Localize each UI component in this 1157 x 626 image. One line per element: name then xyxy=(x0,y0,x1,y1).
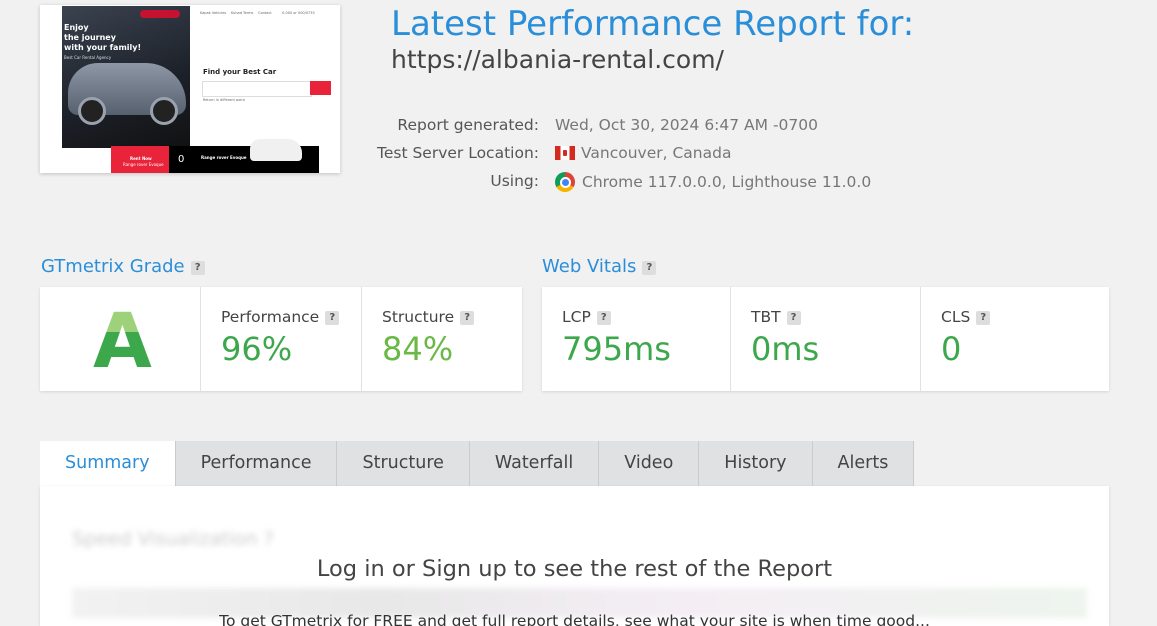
gtmetrix-grade-title-text: GTmetrix Grade xyxy=(41,256,185,277)
tab-waterfall[interactable]: Waterfall xyxy=(469,441,600,486)
lcp-label: LCP xyxy=(562,308,591,326)
structure-label-wrap: Structure? xyxy=(382,308,475,326)
thumb-nav-item: Kapak Vehicles xyxy=(200,11,227,15)
thumb-nav-item: Contact xyxy=(258,11,272,15)
thumb-red-box-title: Rent Now xyxy=(130,156,152,161)
thumb-find-title: Find your Best Car xyxy=(203,68,277,76)
structure-score: 84% xyxy=(382,330,454,368)
thumb-nav-item: Kuhad Terms xyxy=(231,11,254,15)
help-icon[interactable]: ? xyxy=(596,311,611,325)
help-icon[interactable]: ? xyxy=(190,261,205,275)
thumb-hero-line: with your family! xyxy=(64,43,142,52)
thumb-hero-text: Enjoy the journey with your family! xyxy=(64,23,164,53)
divider xyxy=(920,287,921,391)
help-icon[interactable]: ? xyxy=(976,311,991,325)
web-vitals-title-text: Web Vitals xyxy=(542,256,637,277)
help-icon[interactable]: ? xyxy=(460,311,475,325)
web-vitals-card: LCP? 795ms TBT? 0ms CLS? 0 xyxy=(542,287,1109,391)
test-location-value: Vancouver, Canada xyxy=(581,144,732,162)
thumb-hero-line: the journey xyxy=(64,33,116,42)
divider xyxy=(200,287,201,391)
thumb-search-form xyxy=(202,81,312,97)
thumb-red-box-sub: Range rover Evoque xyxy=(123,162,164,167)
report-tabs: Summary Performance Structure Waterfall … xyxy=(40,441,915,486)
tbt-label-wrap: TBT? xyxy=(751,308,801,326)
thumb-red-box: Rent Now Range rover Evoque xyxy=(111,146,169,173)
structure-label: Structure xyxy=(382,308,455,326)
thumb-nav-item: 0-000 or 000/0735 xyxy=(282,11,315,15)
using-label: Using: xyxy=(490,172,539,190)
grade-letter: A xyxy=(93,296,152,385)
tab-summary[interactable]: Summary xyxy=(40,441,176,486)
tab-alerts[interactable]: Alerts xyxy=(812,441,915,486)
thumb-price: 0 xyxy=(178,154,185,165)
cls-label: CLS xyxy=(941,308,971,326)
login-subtext: To get GTmetrix for FREE and get full re… xyxy=(219,612,930,626)
performance-score: 96% xyxy=(221,330,293,368)
thumb-wheel xyxy=(78,97,106,125)
tbt-value: 0ms xyxy=(751,330,820,368)
lcp-value: 795ms xyxy=(562,330,671,368)
login-prompt[interactable]: Log in or Sign up to see the rest of the… xyxy=(40,556,1109,582)
tbt-label: TBT xyxy=(751,308,781,326)
test-location-value-wrap: Vancouver, Canada xyxy=(555,144,731,162)
thumb-hero-sub: Best Car Rental Agency xyxy=(64,55,112,60)
divider xyxy=(361,287,362,391)
canada-flag-icon xyxy=(555,146,575,160)
divider xyxy=(730,287,731,391)
thumb-search-button xyxy=(310,81,331,95)
help-icon[interactable]: ? xyxy=(786,311,801,325)
help-icon[interactable]: ? xyxy=(642,261,657,275)
thumb-wheel xyxy=(150,97,178,125)
report-title: Latest Performance Report for: xyxy=(391,4,915,44)
cls-value: 0 xyxy=(941,330,962,368)
cls-label-wrap: CLS? xyxy=(941,308,991,326)
report-generated-label: Report generated: xyxy=(397,116,539,134)
using-value: Chrome 117.0.0.0, Lighthouse 11.0.0 xyxy=(582,173,872,191)
web-vitals-title: Web Vitals? xyxy=(542,256,657,277)
summary-panel: Speed Visualization ? Log in or Sign up … xyxy=(40,486,1109,626)
tab-structure[interactable]: Structure xyxy=(337,441,470,486)
thumb-hero-line: Enjoy xyxy=(64,23,89,32)
test-location-label: Test Server Location: xyxy=(377,144,539,162)
lcp-label-wrap: LCP? xyxy=(562,308,611,326)
performance-label-wrap: Performance? xyxy=(221,308,340,326)
chrome-icon xyxy=(555,172,575,192)
using-value-wrap: Chrome 117.0.0.0, Lighthouse 11.0.0 xyxy=(555,172,871,192)
help-icon[interactable]: ? xyxy=(325,311,340,325)
gtmetrix-grade-title: GTmetrix Grade? xyxy=(41,256,205,277)
blurred-section-heading: Speed Visualization ? xyxy=(72,528,274,550)
thumb-checkbox-text: Return in different point xyxy=(203,98,245,102)
thumb-logo xyxy=(140,10,180,18)
tab-performance[interactable]: Performance xyxy=(175,441,338,486)
thumb-black-box-title: Range rover Evoque xyxy=(201,155,247,160)
report-url[interactable]: https://albania-rental.com/ xyxy=(391,45,724,74)
report-generated-value: Wed, Oct 30, 2024 6:47 AM -0700 xyxy=(555,116,819,134)
tab-history[interactable]: History xyxy=(699,441,813,486)
performance-label: Performance xyxy=(221,308,320,326)
tab-video[interactable]: Video xyxy=(599,441,700,486)
